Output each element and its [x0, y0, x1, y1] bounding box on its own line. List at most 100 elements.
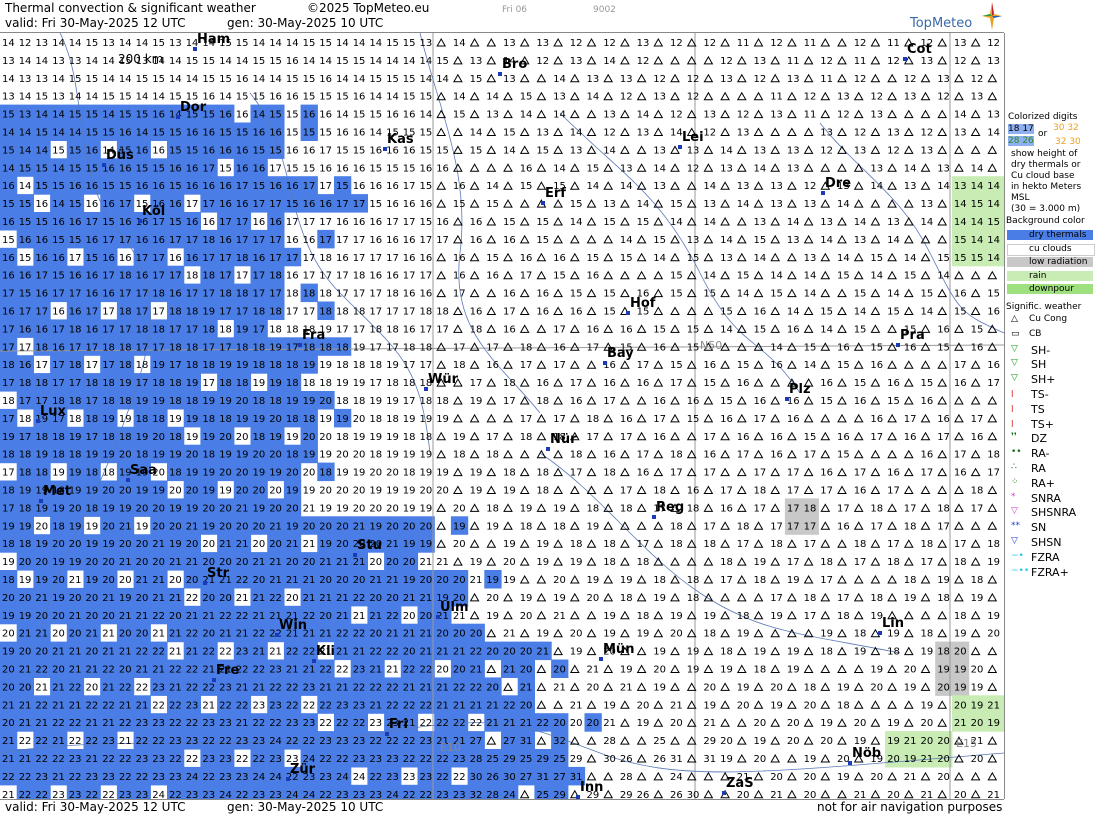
cu-cong-icon	[820, 413, 831, 423]
city-label: Bro	[502, 57, 527, 72]
thermal-digit: 21	[35, 682, 48, 693]
cu-cong-icon	[636, 431, 647, 441]
thermal-digit: 15	[921, 289, 934, 300]
cu-cong-icon	[453, 55, 463, 65]
cu-cong-icon	[586, 557, 597, 566]
thermal-digit: 16	[69, 181, 82, 192]
thermal-digit: 20	[119, 539, 132, 550]
cu-cong-icon	[536, 610, 547, 620]
thermal-digit: 15	[603, 289, 616, 300]
thermal-digit: 14	[169, 56, 182, 67]
cu-cong-icon	[636, 252, 647, 262]
thermal-digit: 16	[737, 378, 750, 389]
cu-cong-icon	[770, 234, 781, 244]
thermal-digit: 17	[303, 217, 316, 228]
thermal-digit: 17	[86, 307, 99, 318]
thermal-digit: 20	[319, 396, 332, 407]
thermal-digit: 12	[854, 74, 867, 85]
thermal-digit: 20	[670, 718, 683, 729]
thermal-digit: 14	[987, 128, 1000, 139]
thermal-digit: 18	[603, 468, 616, 479]
thermal-digit: 13	[754, 145, 767, 156]
map-header: Thermal convection & significant weather…	[0, 0, 1004, 33]
thermal-digit: 21	[553, 611, 566, 622]
cu-cong-icon	[937, 395, 948, 405]
thermal-digit: 18	[186, 307, 199, 318]
thermal-digit: 17	[336, 271, 349, 282]
thermal-digit: 19	[136, 486, 149, 497]
cu-cong-icon	[987, 592, 998, 602]
thermal-digit: 23	[269, 790, 282, 799]
thermal-digit: 11	[854, 56, 867, 67]
thermal-digit: 22	[186, 754, 199, 765]
thermal-digit: 21	[336, 593, 349, 604]
thermal-digit: 19	[202, 486, 215, 497]
cu-cong-icon	[937, 216, 948, 226]
thermal-digit: 19	[202, 307, 215, 318]
thermal-digit: 22	[369, 736, 382, 747]
thermal-digit: 16	[236, 74, 249, 85]
thermal-digit: 23	[453, 754, 466, 765]
cu-cong-icon	[954, 145, 964, 154]
thermal-digit: 13	[536, 128, 549, 139]
thermal-digit: 13	[420, 38, 433, 49]
thermal-digit: 17	[486, 432, 499, 443]
thermal-digit: 15	[186, 56, 199, 67]
thermal-digit: 14	[2, 38, 15, 49]
thermal-digit: 15	[754, 324, 767, 335]
thermal-digit: 15	[253, 92, 266, 103]
thermal-digit: 14	[787, 217, 800, 228]
thermal-digit: 21	[703, 718, 716, 729]
cu-cong-icon	[753, 700, 764, 709]
thermal-digit: 19	[286, 396, 299, 407]
thermal-digit: 21	[169, 629, 182, 640]
thermal-digit: 19	[587, 521, 600, 532]
thermal-digit: 20	[152, 557, 165, 568]
thermal-digit: 19	[754, 647, 767, 658]
thermal-digit: 20	[520, 700, 533, 711]
legend-weather-label: SH	[1031, 358, 1047, 372]
thermal-digit: 13	[987, 110, 1000, 121]
thermal-digit: 19	[69, 521, 82, 532]
thermal-digit: 17	[403, 217, 416, 228]
thermal-digit: 19	[52, 468, 65, 479]
cu-cong-icon	[920, 664, 931, 673]
thermal-digit: 16	[870, 414, 883, 425]
thermal-digit: 17	[86, 396, 99, 407]
thermal-digit: 15	[236, 92, 249, 103]
thermal-digit: 22	[186, 682, 199, 693]
thermal-digit: 24	[353, 772, 366, 783]
thermal-digit: 17	[169, 360, 182, 371]
topmeteo-logo[interactable]: TopMeteo	[908, 2, 1002, 32]
thermal-digit: 18	[236, 378, 249, 389]
thermal-digit: 17	[152, 307, 165, 318]
thermal-digit: 15	[336, 56, 349, 67]
thermal-digit: 23	[136, 790, 149, 799]
thermal-digit: 14	[269, 38, 282, 49]
thermal-digit: 14	[336, 74, 349, 85]
thermal-digit: 18	[520, 521, 533, 532]
thermal-digit: 21	[954, 718, 967, 729]
cu-cong-icon	[853, 342, 864, 351]
cu-cong-icon	[770, 163, 781, 172]
thermal-digit: 22	[169, 754, 182, 765]
thermal-digit: 19	[536, 539, 549, 550]
city-marker-icon	[903, 57, 907, 61]
cu-cong-icon	[887, 700, 897, 709]
cu-cong-icon	[486, 127, 497, 136]
cu-cong-icon	[670, 73, 680, 83]
thermal-digit: 21	[403, 593, 416, 604]
thermal-map[interactable]: 14 12 13 14 14 15 13 14 14 15 13 14 14 15 15 14 14 14 15 15…	[0, 33, 1005, 799]
cu-cong-icon	[736, 467, 747, 477]
thermal-digit: 20	[503, 557, 516, 568]
thermal-digit: 16	[19, 235, 32, 246]
thermal-digit: 15	[987, 289, 1000, 300]
thermal-digit: 16	[236, 199, 249, 210]
thermal-digit: 19	[69, 432, 82, 443]
cu-cong-icon	[519, 127, 530, 136]
thermal-digit: 17	[69, 253, 82, 264]
thermal-digit: 22	[102, 700, 115, 711]
thermal-digit: 12	[570, 38, 583, 49]
city-label: Pra	[900, 328, 925, 343]
thermal-digit: 17	[186, 235, 199, 246]
